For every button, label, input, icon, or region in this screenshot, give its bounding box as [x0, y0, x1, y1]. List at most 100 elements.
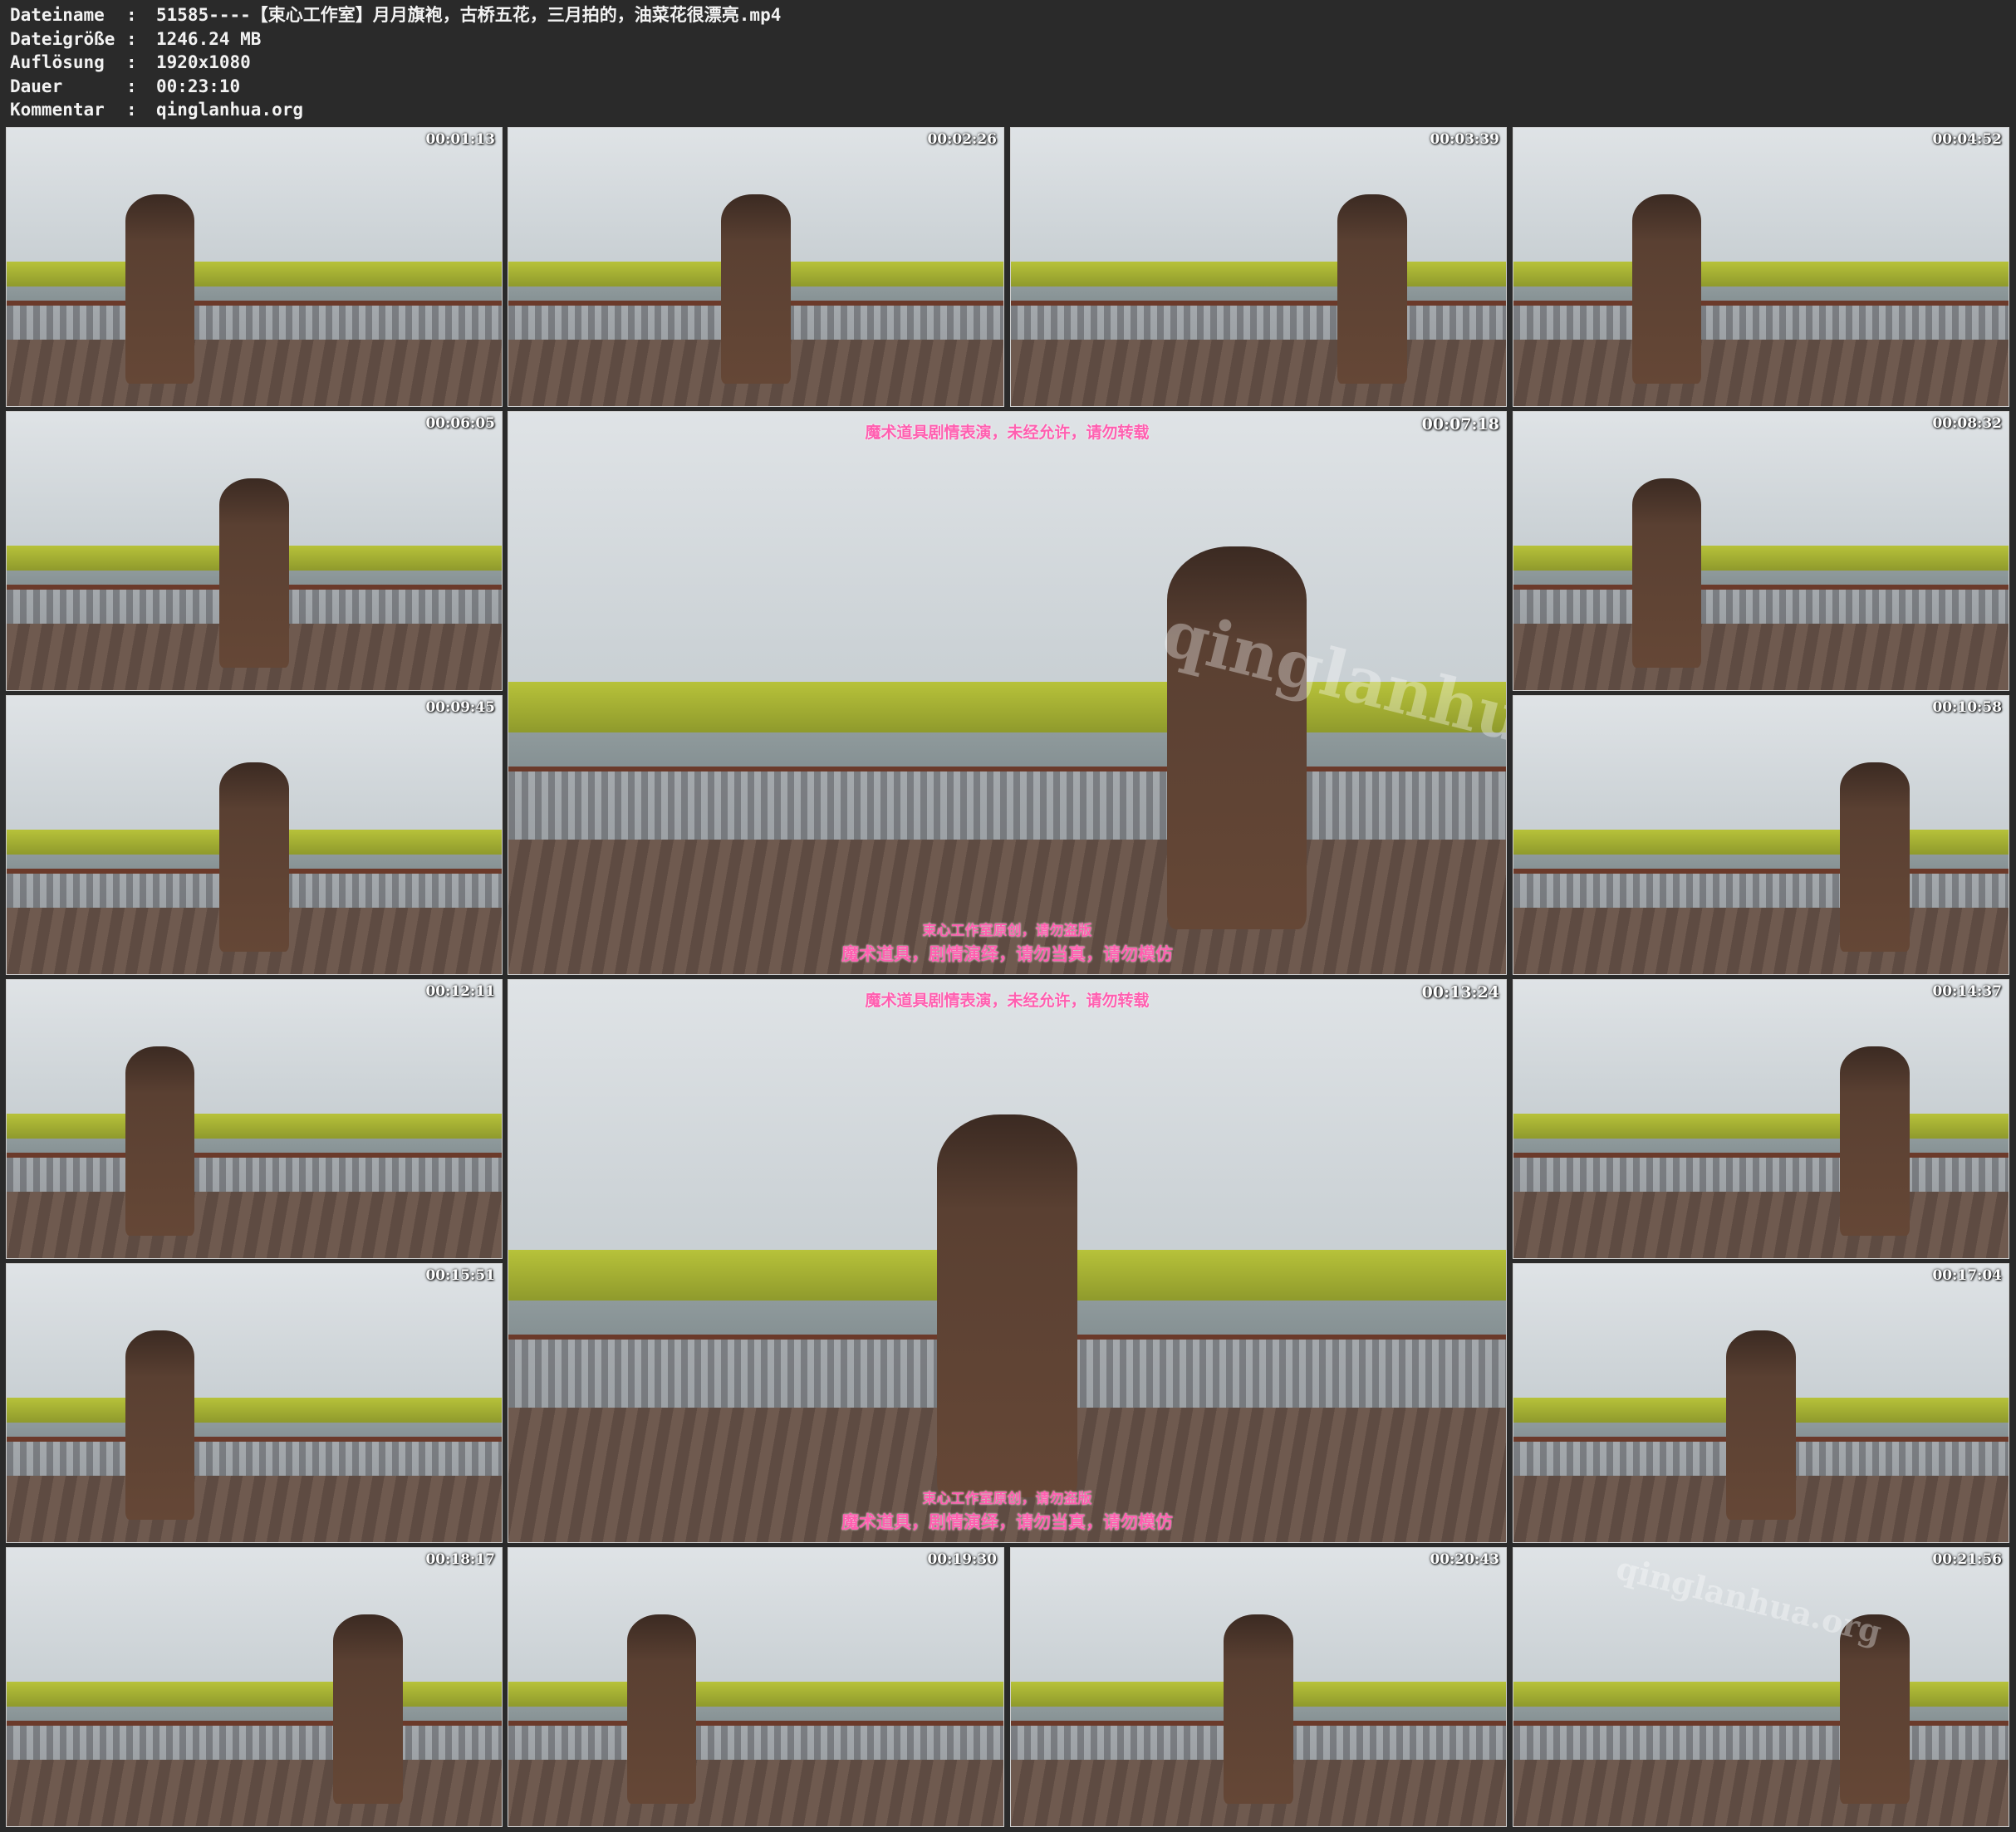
- scene-field: [7, 261, 502, 287]
- watermark-bottom: 魔术道具，剧情演绎，请勿当真，请勿模仿: [841, 944, 1173, 964]
- scene-field: [7, 1113, 502, 1139]
- video-thumbnail[interactable]: 00:17:04: [1513, 1263, 2009, 1543]
- scene-sky: [7, 980, 502, 1125]
- video-thumbnail[interactable]: 00:13:24 魔术道具剧情表演，未经允许，请勿转载 束心工作室原创，请勿盗版 魔术…: [508, 979, 1507, 1543]
- scene-figure: [937, 1114, 1077, 1497]
- thumbnail-timecode: 00:01:13: [425, 131, 495, 148]
- watermark-bottom: 魔术道具，剧情演绎，请勿当真，请勿模仿: [841, 1512, 1173, 1532]
- watermark-top: 魔术道具剧情表演，未经允许，请勿转载: [865, 992, 1150, 1010]
- video-thumbnail[interactable]: 00:19:30: [508, 1547, 1004, 1827]
- scene-sky: [508, 1548, 1003, 1693]
- info-row-comment: Kommentar : qinglanhua.org: [10, 98, 781, 122]
- scene-deck: [1513, 907, 2009, 974]
- video-thumbnail[interactable]: 00:09:45: [6, 695, 503, 975]
- scene-deck: [1011, 339, 1506, 406]
- info-value: 1920x1080: [156, 52, 251, 72]
- info-row-duration: Dauer : 00:23:10: [10, 75, 781, 99]
- video-thumbnail[interactable]: 00:07:18 魔术道具剧情表演，未经允许，请勿转载 束心工作室原创，请勿盗版 魔术…: [508, 411, 1507, 975]
- info-colon: :: [126, 100, 137, 120]
- video-thumbnail[interactable]: 00:03:39: [1010, 127, 1507, 407]
- info-value: 00:23:10: [156, 76, 241, 96]
- watermark-top: 魔术道具剧情表演，未经允许，请勿转载: [865, 424, 1150, 442]
- video-thumbnail[interactable]: 00:01:13: [6, 127, 503, 407]
- scene-figure: [1840, 1046, 1910, 1237]
- scene-figure: [333, 1614, 403, 1805]
- scene-field: [508, 1681, 1003, 1707]
- scene-sky: [1513, 412, 2009, 557]
- video-thumbnail[interactable]: 00:18:17: [6, 1547, 503, 1827]
- scene-field: [1513, 1681, 2009, 1707]
- info-value: qinglanhua.org: [156, 100, 304, 120]
- watermark-middle: 束心工作室原创，请勿盗版: [922, 923, 1092, 939]
- info-value: 51585----【束心工作室】月月旗袍，古桥五花，三月拍的，油菜花很漂亮.mp…: [156, 5, 782, 25]
- scene-sky: [7, 1548, 502, 1693]
- scene-deck: [1513, 1759, 2009, 1826]
- scene-deck: [7, 1191, 502, 1258]
- info-colon: :: [126, 28, 137, 49]
- video-thumbnail[interactable]: 00:15:51: [6, 1263, 503, 1543]
- video-thumbnail[interactable]: 00:12:11: [6, 979, 503, 1259]
- thumbnail-timecode: 00:03:39: [1430, 131, 1499, 148]
- info-colon: :: [126, 52, 137, 72]
- scene-sky: [7, 1264, 502, 1409]
- info-label: Dateiname: [10, 5, 105, 25]
- thumbnail-timecode: 00:06:05: [425, 415, 495, 432]
- scene-figure: [1632, 194, 1702, 385]
- thumbnail-timecode: 00:09:45: [425, 699, 495, 716]
- scene-field: [1513, 829, 2009, 855]
- scene-deck: [1513, 623, 2009, 690]
- scene-deck: [1513, 339, 2009, 406]
- thumbnail-timecode: 00:02:26: [927, 131, 997, 148]
- thumbnail-timecode: 00:15:51: [425, 1267, 495, 1284]
- scene-figure: [219, 762, 289, 953]
- thumbnail-timecode: 00:14:37: [1932, 983, 2002, 1000]
- scene-figure: [627, 1614, 697, 1805]
- video-thumbnail[interactable]: 00:21:56 qinglanhua.org: [1513, 1547, 2009, 1827]
- thumbnail-timecode: 00:08:32: [1932, 415, 2002, 432]
- video-thumbnail[interactable]: 00:02:26: [508, 127, 1004, 407]
- scene-figure: [1840, 762, 1910, 953]
- thumbnail-timecode: 00:10:58: [1932, 699, 2002, 716]
- scene-field: [7, 1681, 502, 1707]
- thumbnail-timecode: 00:18:17: [425, 1551, 495, 1568]
- thumbnail-timecode: 00:17:04: [1932, 1267, 2002, 1284]
- scene-deck: [1513, 1191, 2009, 1258]
- video-thumbnail[interactable]: 00:08:32: [1513, 411, 2009, 691]
- info-row-resolution: Auflösung : 1920x1080: [10, 51, 781, 75]
- scene-deck: [7, 339, 502, 406]
- scene-sky: [7, 128, 502, 273]
- video-thumbnail[interactable]: 00:04:52: [1513, 127, 2009, 407]
- scene-sky: [1513, 128, 2009, 273]
- video-thumbnail[interactable]: 00:20:43: [1010, 1547, 1507, 1827]
- video-thumbnail[interactable]: 00:14:37: [1513, 979, 2009, 1259]
- thumbnail-timecode: 00:21:56: [1932, 1551, 2002, 1568]
- file-info: Dateiname : 51585----【束心工作室】月月旗袍，古桥五花，三月…: [10, 3, 781, 122]
- scene-figure: [1337, 194, 1407, 385]
- scene-deck: [7, 1759, 502, 1826]
- scene-sky: [1513, 696, 2009, 841]
- scene-figure: [125, 194, 195, 385]
- info-row-filesize: Dateigröße : 1246.24 MB: [10, 27, 781, 51]
- scene-figure: [219, 478, 289, 669]
- scene-figure: [721, 194, 791, 385]
- scene-field: [1513, 545, 2009, 571]
- thumbnail-timecode: 00:19:30: [927, 1551, 997, 1568]
- scene-figure: [1632, 478, 1702, 669]
- video-thumbnail[interactable]: 00:06:05: [6, 411, 503, 691]
- info-label: Dauer: [10, 76, 63, 96]
- info-label: Auflösung: [10, 52, 105, 72]
- video-thumbnail[interactable]: 00:10:58: [1513, 695, 2009, 975]
- scene-field: [1011, 261, 1506, 287]
- scene-sky: [1011, 128, 1506, 273]
- watermark-middle: 束心工作室原创，请勿盗版: [922, 1491, 1092, 1507]
- scene-sky: [1513, 980, 2009, 1125]
- info-label: Kommentar: [10, 100, 105, 120]
- info-value: 1246.24 MB: [156, 28, 262, 49]
- thumbnail-timecode: 00:04:52: [1932, 131, 2002, 148]
- info-label: Dateigröße: [10, 28, 115, 49]
- thumbnail-timecode: 00:20:43: [1430, 1551, 1499, 1568]
- scene-field: [1513, 1113, 2009, 1139]
- info-row-filename: Dateiname : 51585----【束心工作室】月月旗袍，古桥五花，三月…: [10, 3, 781, 27]
- info-colon: :: [126, 76, 137, 96]
- info-colon: :: [126, 5, 137, 25]
